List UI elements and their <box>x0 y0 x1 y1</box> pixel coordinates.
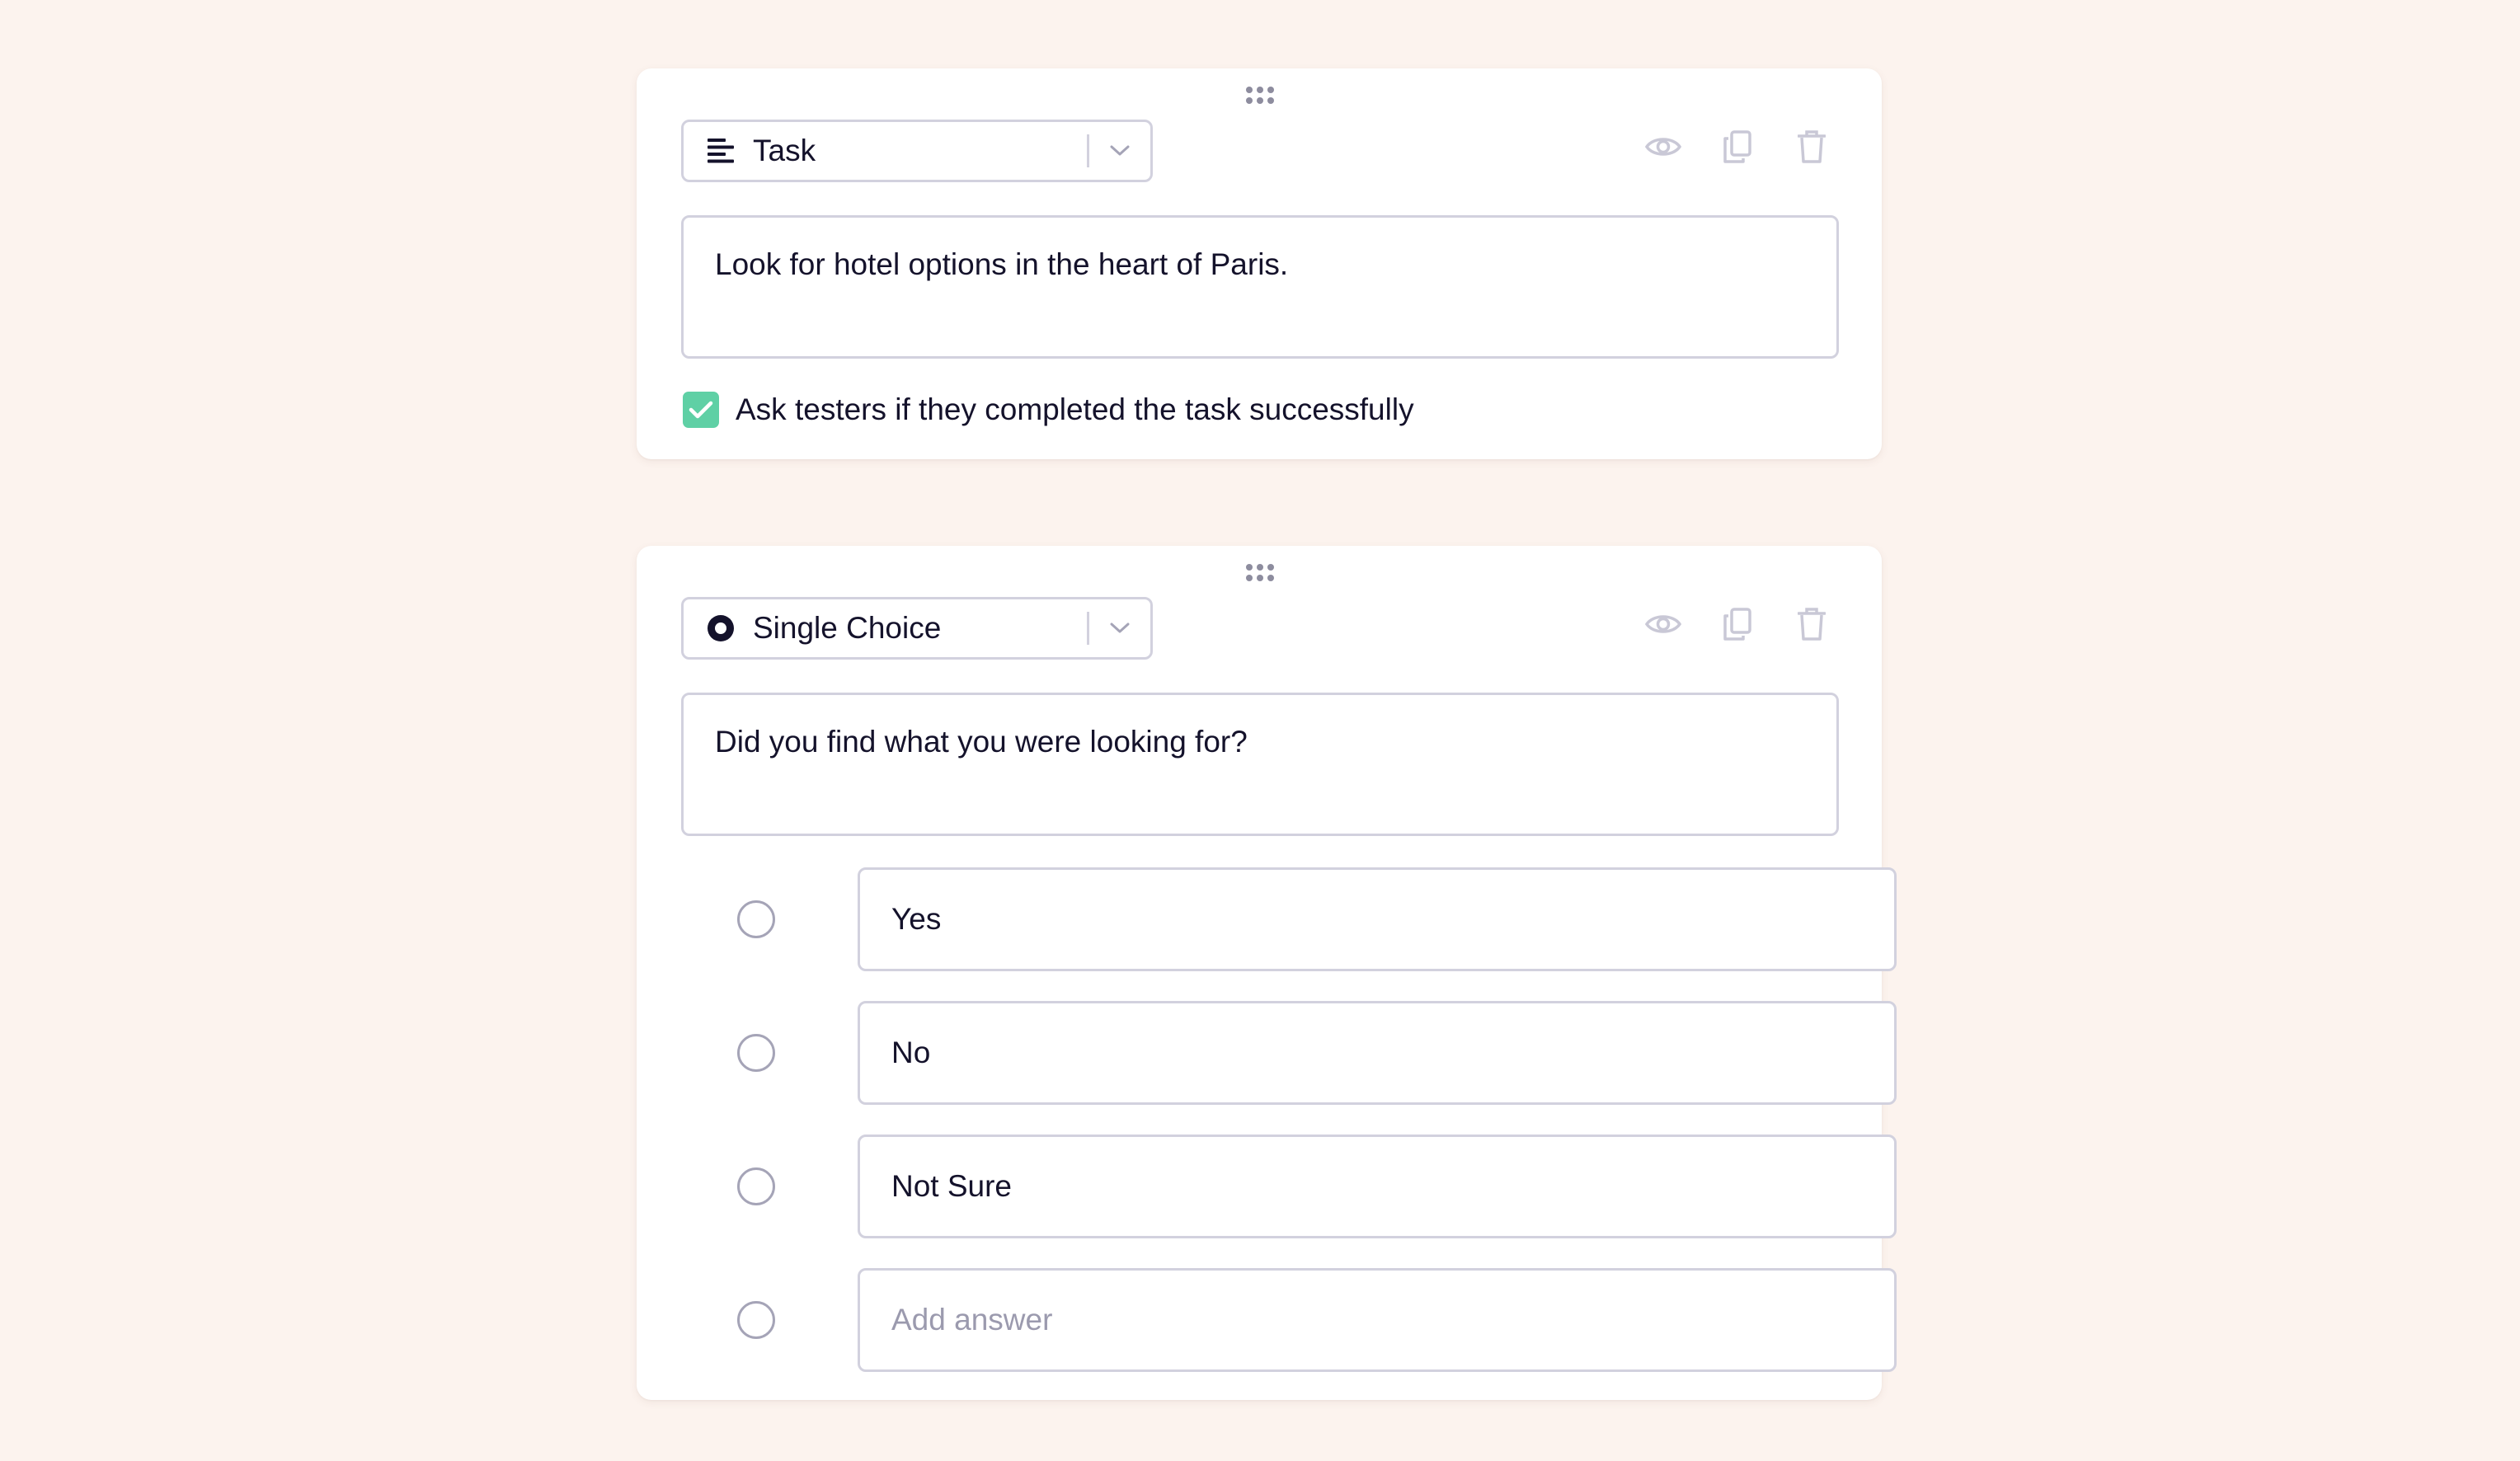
align-left-icon <box>707 137 735 165</box>
checkbox-checked-icon[interactable] <box>683 392 719 428</box>
answer-input[interactable]: Yes <box>858 867 1897 971</box>
single-choice-card: Single Choice Did you find what you were… <box>637 546 1897 1400</box>
select-divider <box>1087 612 1089 645</box>
question-type-label: Single Choice <box>753 611 942 645</box>
answer-radio[interactable] <box>737 900 775 938</box>
drag-handle-icon[interactable] <box>1246 564 1274 582</box>
eye-icon[interactable] <box>1644 128 1682 166</box>
task-card: Task Look for hotel options in the heart… <box>637 68 1882 459</box>
question-prompt-input[interactable]: Did you find what you were looking for? <box>681 693 1839 836</box>
completion-checkbox-row[interactable]: Ask testers if they completed the task s… <box>683 392 1414 428</box>
answer-radio[interactable] <box>737 1034 775 1072</box>
card-actions <box>1644 605 1831 643</box>
drag-handle-icon[interactable] <box>1246 87 1274 105</box>
answer-input[interactable]: No <box>858 1001 1897 1105</box>
answer-radio[interactable] <box>737 1167 775 1205</box>
duplicate-icon[interactable] <box>1718 605 1756 643</box>
card-actions <box>1644 128 1831 166</box>
chevron-down-icon <box>1107 139 1132 163</box>
question-type-label: Task <box>753 134 816 167</box>
chevron-down-icon <box>1107 616 1132 641</box>
trash-icon[interactable] <box>1793 605 1831 643</box>
question-type-select[interactable]: Single Choice <box>681 597 1153 660</box>
task-prompt-input[interactable]: Look for hotel options in the heart of P… <box>681 215 1839 359</box>
answer-input[interactable]: Not Sure <box>858 1135 1897 1238</box>
question-type-select[interactable]: Task <box>681 120 1153 182</box>
duplicate-icon[interactable] <box>1718 128 1756 166</box>
trash-icon[interactable] <box>1793 128 1831 166</box>
answer-radio[interactable] <box>737 1301 775 1339</box>
radio-selected-icon <box>707 614 735 642</box>
add-answer-row: Add answer <box>737 1268 1897 1372</box>
select-divider <box>1087 134 1089 167</box>
answer-row: Yes <box>737 867 1897 971</box>
answer-row: Not Sure <box>737 1135 1897 1238</box>
add-answer-input[interactable]: Add answer <box>858 1268 1897 1372</box>
checkbox-label: Ask testers if they completed the task s… <box>736 392 1414 426</box>
answer-row: No <box>737 1001 1897 1105</box>
eye-icon[interactable] <box>1644 605 1682 643</box>
